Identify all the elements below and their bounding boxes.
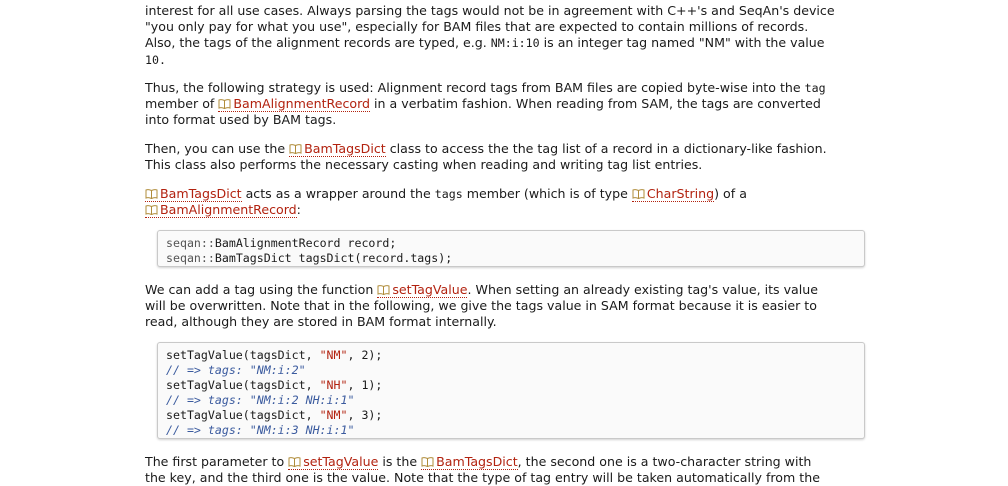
text-line: Also, the tags of the alignment records … [145,35,883,51]
text: Thus, the following strategy is used: Al… [145,80,805,95]
text-line: The first parameter to setTagValue is th… [145,454,883,470]
text: , the second one is a two-character stri… [517,454,812,469]
paragraph-settagvalue: We can add a tag using the function setT… [145,282,883,331]
text-line: the key, and the third one is the value.… [145,470,883,486]
link-text: setTagValue [303,454,379,469]
book-icon [145,205,158,216]
inline-code: tag [804,81,826,95]
link-text: BamAlignmentRecord [160,202,297,218]
text: read, although they are stored in BAM fo… [145,314,497,330]
paragraph-parameters: The first parameter to setTagValue is th… [145,454,883,486]
text-line: 10. [145,52,883,68]
code-text: , 2); [347,348,383,362]
book-icon [421,457,434,467]
code-line: // => tags: "NM:i:2" [166,363,856,378]
code-line: setTagValue(tagsDict, "NH", 1); [166,378,856,393]
book-icon [218,99,231,110]
text: the key, and the third one is the value.… [145,470,820,486]
code-line: setTagValue(tagsDict, "NM", 2); [166,348,856,363]
text-line: will be overwritten. Note that in the fo… [145,298,883,314]
book-icon [632,189,645,199]
code-comment: // => tags: "NM:i:3 NH:i:1" [166,423,355,437]
link-text: CharString [646,186,715,201]
book-icon [377,285,390,295]
text-line: into format used by BAM tags. [145,112,883,128]
paragraph-tag-parsing: interest for all use cases. Always parsi… [145,3,883,68]
text: in a verbatim fashion. When reading from… [370,96,821,112]
text: is an integer tag named "NM" with the va… [539,35,825,51]
code-text: setTagValue(tagsDict, [166,408,320,422]
paragraph-wrapper: BamTagsDict acts as a wrapper around the… [145,186,883,219]
text: "you only pay for what you use", especia… [145,19,809,35]
text: is the [378,454,422,469]
code-block-declaration: seqan::BamAlignmentRecord record; seqan:… [157,230,865,267]
text: class to access the the tag list of a re… [385,141,827,156]
inline-code: 10. [145,52,166,67]
code-string: "NM" [319,348,348,362]
code-namespace: seqan:: [166,236,215,250]
inline-code: tags [434,187,463,201]
link-text: BamTagsDict [304,141,386,156]
code-text: BamTagsDict tagsDict(record.tags); [214,251,453,265]
text-line: BamTagsDict acts as a wrapper around the… [145,186,883,202]
text: acts as a wrapper around the [241,186,435,201]
code-text: BamAlignmentRecord record; [214,236,397,250]
text: . When setting an already existing tag's… [467,282,818,297]
text: into format used by BAM tags. [145,112,337,128]
link-bamtagsdict[interactable]: BamTagsDict [421,454,518,470]
text-line: BamAlignmentRecord: [145,202,883,219]
link-settagvalue[interactable]: setTagValue [288,454,379,470]
link-bamtagsdict[interactable]: BamTagsDict [289,141,386,157]
code-block-settagvalue: setTagValue(tagsDict, "NM", 2);// => tag… [157,342,865,439]
link-bamtagsdict[interactable]: BamTagsDict [145,186,242,202]
text: : [296,202,301,218]
book-icon [288,457,301,467]
text-line: member of BamAlignmentRecord in a verbat… [145,96,883,113]
paragraph-strategy: Thus, the following strategy is used: Al… [145,80,883,129]
text-line: "you only pay for what you use", especia… [145,19,883,35]
code-line: // => tags: "NM:i:2 NH:i:1" [166,393,856,408]
text: member of [145,96,219,112]
text: This class also performs the necessary c… [145,157,703,173]
book-icon [145,189,158,199]
text: ) of a [714,186,747,201]
text-line: interest for all use cases. Always parsi… [145,3,883,19]
code-text: , 1); [347,378,383,392]
code-line: seqan::BamAlignmentRecord record; [166,236,856,251]
link-text: setTagValue [392,282,468,297]
text-line: read, although they are stored in BAM fo… [145,314,883,330]
code-line: setTagValue(tagsDict, "NM", 3); [166,408,856,423]
code-string: "NM" [319,408,348,422]
text-line: Then, you can use the BamTagsDict class … [145,141,883,157]
text: The first parameter to [145,454,289,469]
code-line: // => tags: "NM:i:3 NH:i:1" [166,423,856,438]
inline-code: NM:i:10 [490,36,540,51]
text: We can add a tag using the function [145,282,378,297]
code-text: , 3); [347,408,383,422]
code-text: setTagValue(tagsDict, [166,348,320,362]
text: Then, you can use the [145,141,290,156]
link-charstring[interactable]: CharString [631,186,715,202]
text-line: This class also performs the necessary c… [145,157,883,173]
code-comment: // => tags: "NM:i:2 NH:i:1" [166,393,355,407]
code-string: "NH" [319,378,348,392]
link-settagvalue[interactable]: setTagValue [377,282,468,298]
book-icon [289,144,302,154]
link-text: BamTagsDict [436,454,518,469]
link-bamalignmentrecord[interactable]: BamAlignmentRecord [145,202,297,219]
text: interest for all use cases. Always parsi… [145,3,835,18]
link-text: BamAlignmentRecord [233,96,371,112]
text-line: Thus, the following strategy is used: Al… [145,80,883,96]
paragraph-bamtagsdict-intro: Then, you can use the BamTagsDict class … [145,141,883,173]
code-namespace: seqan:: [166,251,215,265]
text: will be overwritten. Note that in the fo… [145,298,817,314]
text-line: We can add a tag using the function setT… [145,282,883,298]
code-text: setTagValue(tagsDict, [166,378,320,392]
link-text: BamTagsDict [160,186,242,201]
code-comment: // => tags: "NM:i:2" [166,363,306,377]
code-line: seqan::BamTagsDict tagsDict(record.tags)… [166,251,856,266]
text: Also, the tags of the alignment records … [145,35,491,51]
link-bamalignmentrecord[interactable]: BamAlignmentRecord [218,96,371,113]
text: member (which is of type [462,186,632,201]
